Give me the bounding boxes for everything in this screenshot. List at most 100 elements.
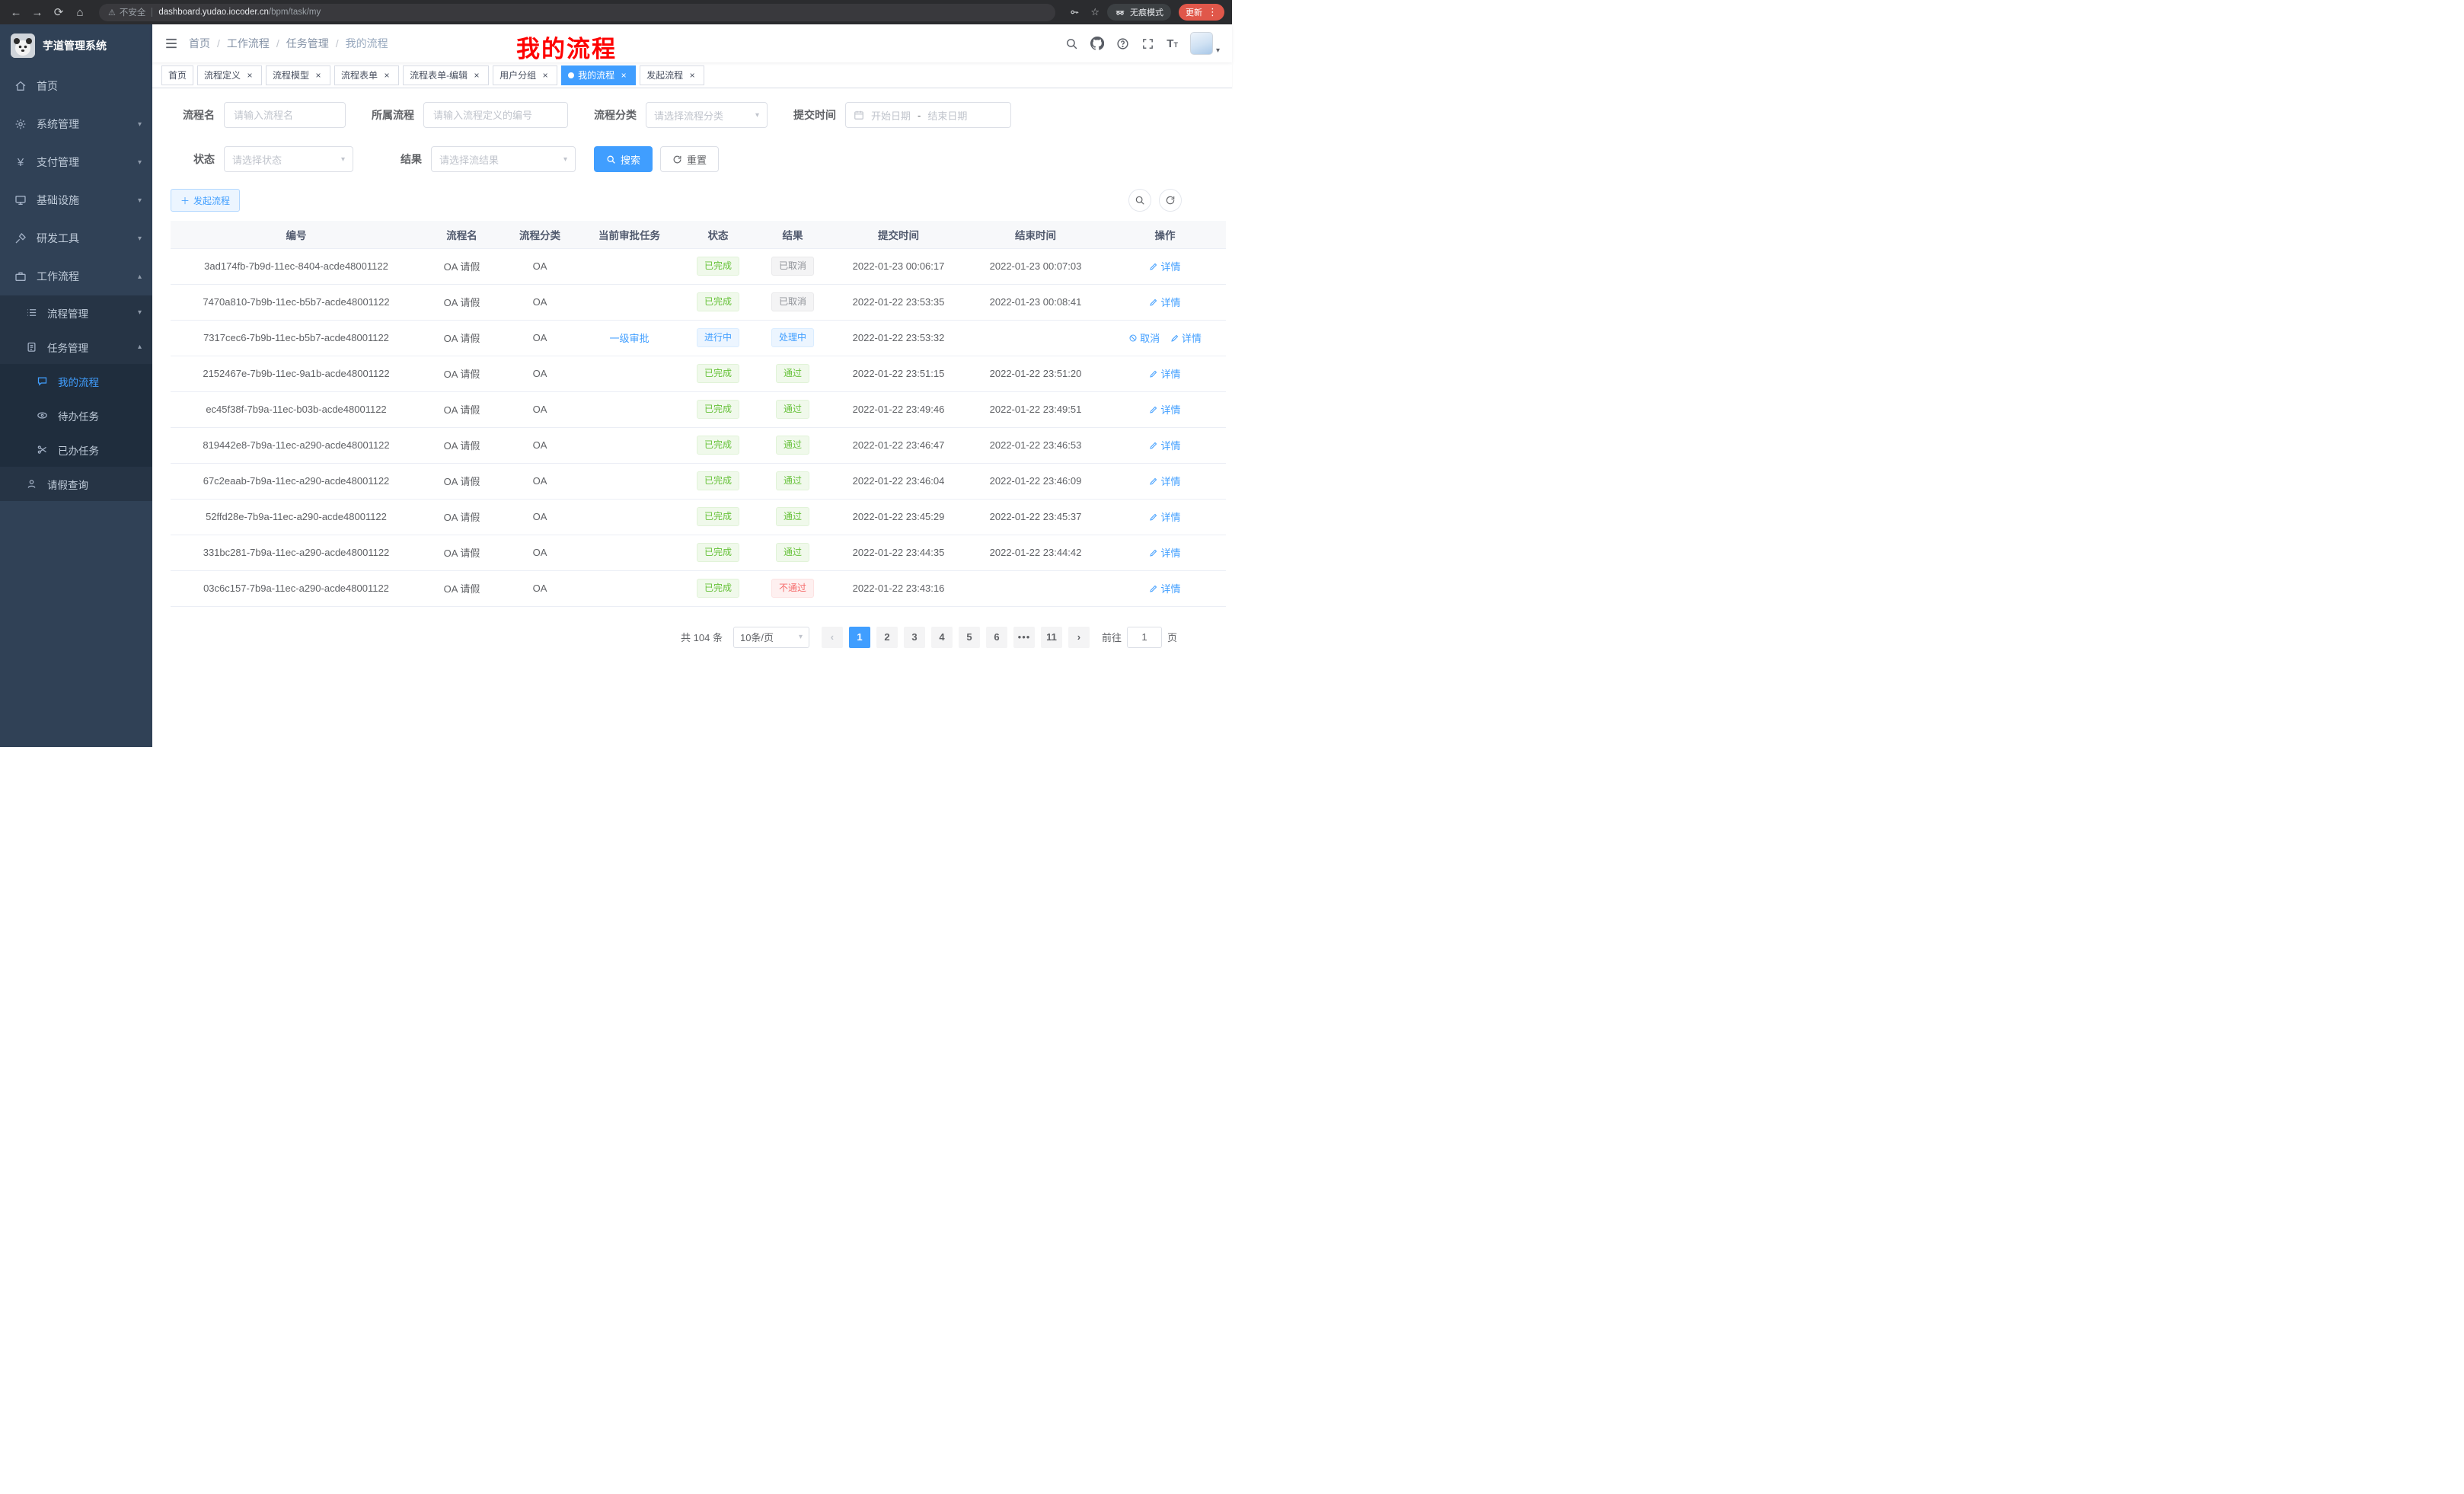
cancel-button[interactable]: 取消 — [1128, 330, 1160, 345]
breadcrumb-workflow[interactable]: 工作流程 — [227, 36, 270, 51]
back-icon[interactable]: ← — [8, 6, 24, 19]
sidebar-item-infra[interactable]: 基础设施 ▾ — [0, 181, 152, 219]
app-logo[interactable]: 芋道管理系统 — [0, 24, 152, 67]
end-date-placeholder: 结束日期 — [927, 108, 967, 123]
reset-button[interactable]: 重置 — [660, 146, 719, 172]
close-icon[interactable]: × — [313, 70, 324, 81]
page-button-5[interactable]: 5 — [959, 627, 980, 648]
toggle-search-button[interactable] — [1128, 189, 1151, 212]
sidebar-item-devtools[interactable]: 研发工具 ▾ — [0, 219, 152, 257]
close-icon[interactable]: × — [618, 70, 629, 81]
fullscreen-icon[interactable] — [1141, 37, 1154, 50]
sidebar-item-done-tasks[interactable]: 已办任务 — [0, 433, 152, 467]
page-button-1[interactable]: 1 — [849, 627, 870, 648]
submit-time-range-picker[interactable]: 开始日期 - 结束日期 — [845, 102, 1011, 128]
key-icon[interactable] — [1066, 7, 1083, 18]
home-icon[interactable]: ⌂ — [72, 6, 88, 19]
process-category-select[interactable]: 请选择流程分类 ▾ — [646, 102, 768, 128]
table-row: 67c2eaab-7b9a-11ec-a290-acde48001122 OA … — [171, 463, 1226, 499]
sidebar-item-todo-tasks[interactable]: 待办任务 — [0, 398, 152, 433]
tab-process-definition[interactable]: 流程定义× — [197, 65, 262, 85]
status-select[interactable]: 请选择状态 ▾ — [224, 146, 353, 172]
page-size-select[interactable]: 10条/页 ▾ — [733, 627, 809, 648]
user-menu[interactable]: ▾ — [1190, 32, 1220, 55]
browser-menu-icon[interactable]: ⋮ — [1208, 6, 1218, 18]
sidebar-item-process-mgmt[interactable]: 流程管理 ▾ — [0, 295, 152, 330]
goto-input[interactable] — [1127, 627, 1162, 648]
process-definition-input[interactable] — [423, 102, 568, 128]
avatar[interactable] — [1190, 32, 1213, 55]
tab-label: 流程定义 — [204, 69, 241, 81]
page-button-11[interactable]: 11 — [1041, 627, 1062, 648]
tab-process-form[interactable]: 流程表单× — [334, 65, 399, 85]
tab-user-group[interactable]: 用户分组× — [493, 65, 557, 85]
detail-button[interactable]: 详情 — [1149, 366, 1180, 381]
detail-button[interactable]: 详情 — [1149, 581, 1180, 595]
sidebar: 芋道管理系统 首页 系统管理 ▾ ¥ 支付管理 ▾ 基础设施 ▾ — [0, 24, 152, 747]
page-button-2[interactable]: 2 — [876, 627, 898, 648]
bookmark-star-icon[interactable]: ☆ — [1090, 6, 1100, 18]
close-icon[interactable]: × — [687, 70, 697, 81]
detail-button[interactable]: 详情 — [1170, 330, 1202, 345]
cell-category: OA — [502, 570, 578, 606]
more-pages-button[interactable]: ••• — [1013, 627, 1035, 648]
close-icon[interactable]: × — [244, 70, 255, 81]
tab-process-form-edit[interactable]: 流程表单-编辑× — [403, 65, 489, 85]
tab-my-process[interactable]: 我的流程× — [561, 65, 636, 85]
select-placeholder: 请选择状态 — [232, 152, 282, 167]
cell-name: OA 请假 — [422, 284, 502, 320]
address-bar[interactable]: ⚠ 不安全 dashboard.yudao.iocoder.cn/bpm/tas… — [99, 4, 1055, 21]
process-table: 编号 流程名 流程分类 当前审批任务 状态 结果 提交时间 结束时间 操作 3a… — [171, 221, 1226, 607]
reload-icon[interactable]: ⟳ — [50, 5, 67, 19]
sidebar-item-workflow[interactable]: 工作流程 ▴ — [0, 257, 152, 295]
sidebar-item-home[interactable]: 首页 — [0, 67, 152, 105]
forward-icon[interactable]: → — [29, 6, 46, 19]
status-label: 状态 — [171, 152, 215, 167]
chevron-down-icon: ▾ — [799, 633, 803, 641]
page-button-6[interactable]: 6 — [986, 627, 1007, 648]
sidebar-item-task-mgmt[interactable]: 任务管理 ▴ — [0, 330, 152, 364]
close-icon[interactable]: × — [471, 70, 482, 81]
sidebar-item-my-process[interactable]: 我的流程 — [0, 364, 152, 398]
detail-button[interactable]: 详情 — [1149, 545, 1180, 560]
sidebar-item-label: 流程管理 — [47, 305, 88, 321]
next-page-button[interactable]: › — [1068, 627, 1090, 648]
breadcrumb-task-mgmt[interactable]: 任务管理 — [286, 36, 329, 51]
sidebar-item-system[interactable]: 系统管理 ▾ — [0, 105, 152, 143]
font-size-icon[interactable]: TT — [1167, 37, 1178, 50]
create-process-button[interactable]: ＋ 发起流程 — [171, 189, 240, 212]
result-select[interactable]: 请选择流结果 ▾ — [431, 146, 576, 172]
page-button-3[interactable]: 3 — [904, 627, 925, 648]
sidebar-item-label: 已办任务 — [58, 442, 99, 458]
process-name-input[interactable] — [224, 102, 346, 128]
detail-button[interactable]: 详情 — [1149, 295, 1180, 309]
refresh-table-button[interactable] — [1159, 189, 1182, 212]
close-icon[interactable]: × — [540, 70, 551, 81]
scissors-icon — [35, 444, 49, 455]
search-button[interactable]: 搜索 — [594, 146, 653, 172]
sidebar-item-leave-query[interactable]: 请假查询 — [0, 467, 152, 501]
detail-button[interactable]: 详情 — [1149, 474, 1180, 488]
tab-home[interactable]: 首页 — [161, 65, 193, 85]
pagination-total: 共 104 条 — [681, 630, 723, 644]
cell-end-time: 2022-01-22 23:49:51 — [967, 391, 1104, 427]
edit-icon — [1149, 584, 1158, 593]
detail-button[interactable]: 详情 — [1149, 438, 1180, 452]
hamburger-icon[interactable] — [164, 37, 178, 50]
prev-page-button[interactable]: ‹ — [822, 627, 843, 648]
tab-start-process[interactable]: 发起流程× — [640, 65, 704, 85]
sidebar-item-payment[interactable]: ¥ 支付管理 ▾ — [0, 143, 152, 181]
edit-icon — [1149, 477, 1158, 486]
detail-button[interactable]: 详情 — [1149, 259, 1180, 273]
current-task-link[interactable]: 一级审批 — [609, 330, 649, 345]
page-button-4[interactable]: 4 — [931, 627, 953, 648]
search-icon[interactable] — [1065, 37, 1078, 50]
close-icon[interactable]: × — [381, 70, 392, 81]
detail-button[interactable]: 详情 — [1149, 509, 1180, 524]
help-icon[interactable] — [1116, 37, 1129, 50]
tab-process-model[interactable]: 流程模型× — [266, 65, 330, 85]
detail-button[interactable]: 详情 — [1149, 402, 1180, 417]
github-icon[interactable] — [1090, 37, 1104, 50]
update-button[interactable]: 更新 ⋮ — [1179, 4, 1224, 21]
breadcrumb-home[interactable]: 首页 — [189, 36, 210, 51]
